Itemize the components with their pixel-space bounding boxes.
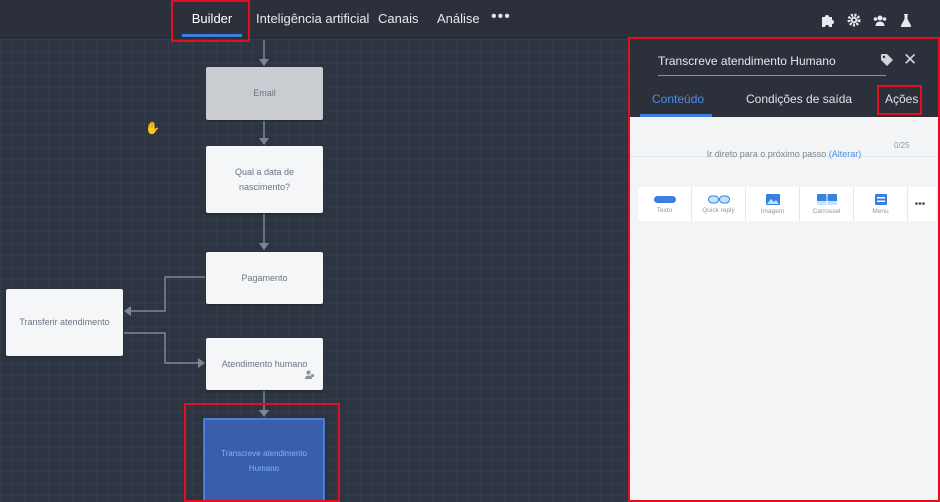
puzzle-icon[interactable]: [820, 12, 836, 28]
gear-icon[interactable]: [846, 12, 862, 28]
flow-node-atendimento-humano[interactable]: Atendimento humano: [206, 338, 323, 390]
hand-cursor-icon: ✋: [145, 121, 160, 135]
flask-icon[interactable]: [898, 12, 914, 28]
flow-node-pagamento[interactable]: Pagamento: [206, 252, 323, 304]
highlight-builder-tab: [171, 0, 250, 42]
flow-node-label: Qual a data de nascimento?: [234, 166, 295, 192]
flow-node-nascimento[interactable]: Qual a data de nascimento?: [206, 146, 323, 213]
flow-node-label: Pagamento: [241, 272, 288, 283]
flow-node-label: Transferir atendimento: [19, 317, 110, 327]
highlight-acoes-tab: [877, 85, 922, 115]
flow-node-email[interactable]: Email: [206, 67, 323, 120]
highlight-selected-node: [184, 403, 340, 502]
users-icon[interactable]: [872, 12, 888, 28]
flow-node-label: Email: [253, 88, 276, 98]
flow-node-label: Atendimento humano: [221, 358, 308, 369]
human-agent-icon: [305, 369, 315, 384]
flow-node-transferir[interactable]: Transferir atendimento: [6, 289, 123, 356]
